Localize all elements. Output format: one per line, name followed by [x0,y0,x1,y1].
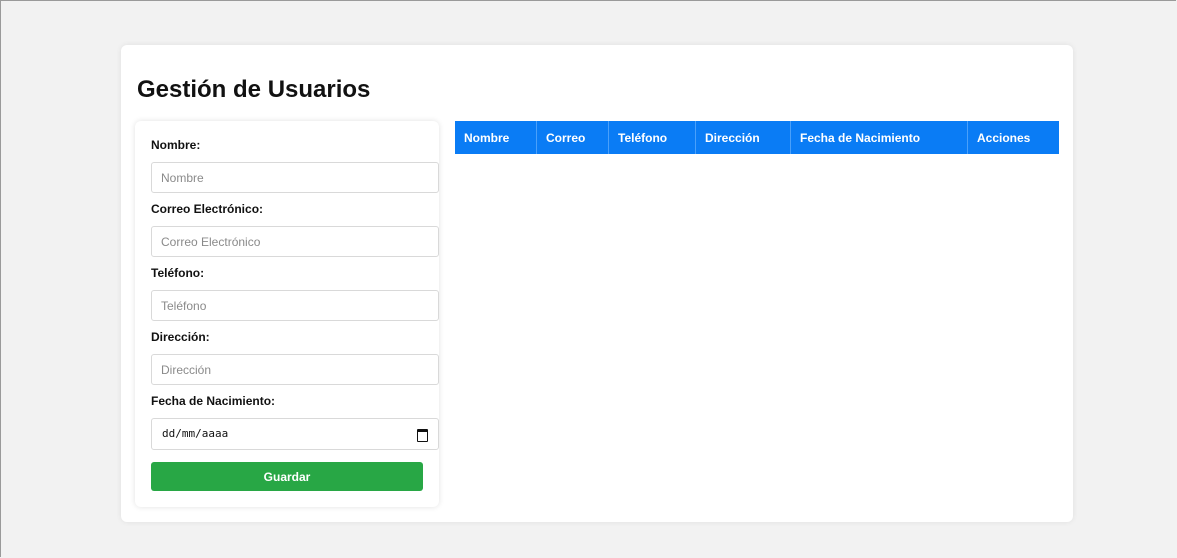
user-form: Nombre: Correo Electrónico: Teléfono: Di… [135,121,439,507]
table-header-row: Nombre Correo Teléfono Dirección Fecha d… [455,121,1059,154]
birthdate-placeholder: dd/mm/aaaa [162,427,229,440]
page-title: Gestión de Usuarios [137,76,371,103]
phone-input[interactable] [151,290,439,321]
column-header-nombre: Nombre [455,121,537,154]
birthdate-input[interactable]: dd/mm/aaaa [151,418,439,450]
calendar-icon[interactable] [417,429,428,442]
name-label: Nombre: [151,138,201,152]
column-header-direccion: Dirección [695,121,791,154]
column-header-telefono: Teléfono [608,121,696,154]
email-input[interactable] [151,226,439,257]
address-label: Dirección: [151,330,210,344]
name-input[interactable] [151,162,439,193]
column-header-fecha-nacimiento: Fecha de Nacimiento [790,121,968,154]
column-header-correo: Correo [536,121,609,154]
address-input[interactable] [151,354,439,385]
users-table: Nombre Correo Teléfono Dirección Fecha d… [455,121,1059,154]
main-card: Gestión de Usuarios Nombre: Correo Elect… [121,45,1073,522]
birthdate-label: Fecha de Nacimiento: [151,394,276,408]
phone-label: Teléfono: [151,266,205,280]
save-button[interactable]: Guardar [151,462,423,491]
email-label: Correo Electrónico: [151,202,264,216]
column-header-acciones: Acciones [967,121,1059,154]
